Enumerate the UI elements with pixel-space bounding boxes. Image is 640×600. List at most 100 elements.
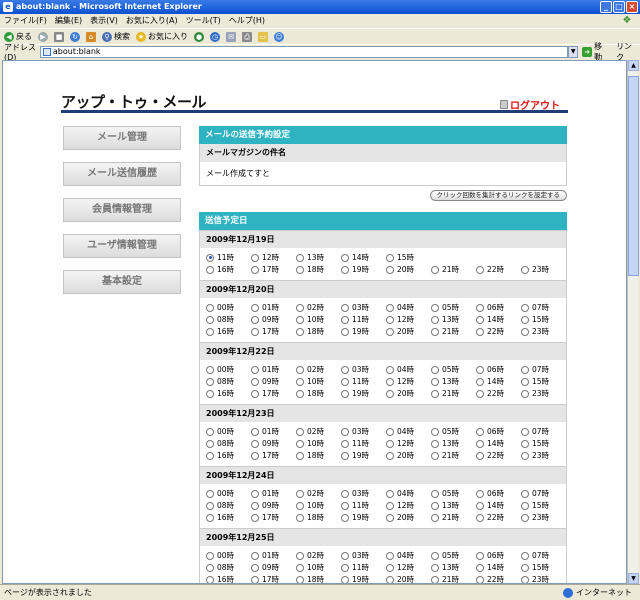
radio-button[interactable] [431,303,439,312]
hour-radio-option[interactable]: 06時 [476,426,521,437]
radio-button[interactable] [296,253,304,262]
hour-radio-option[interactable]: 04時 [386,550,431,561]
hour-radio-option[interactable]: 07時 [521,488,566,499]
hour-radio-option[interactable]: 02時 [296,364,341,375]
radio-button[interactable] [521,377,529,386]
radio-button[interactable] [251,551,259,560]
hour-radio-option[interactable]: 00時 [206,364,251,375]
radio-button[interactable] [521,327,529,336]
hour-radio-option[interactable]: 12時 [386,376,431,387]
hour-radio-option[interactable]: 09時 [251,500,296,511]
hour-radio-option[interactable]: 21時 [431,264,476,275]
vertical-scrollbar[interactable]: ▲ ▼ [627,60,639,584]
hour-radio-option[interactable]: 09時 [251,376,296,387]
menu-help[interactable]: ヘルプ(H) [229,14,265,28]
radio-button[interactable] [521,365,529,374]
radio-button[interactable] [206,303,214,312]
radio-button[interactable] [521,513,529,522]
radio-button[interactable] [296,303,304,312]
radio-button[interactable] [386,365,394,374]
menu-file[interactable]: ファイル(F) [4,14,47,28]
menu-view[interactable]: 表示(V) [90,14,118,28]
hour-radio-option[interactable]: 08時 [206,314,251,325]
radio-button[interactable] [341,551,349,560]
hour-radio-option[interactable]: 14時 [476,314,521,325]
radio-button[interactable] [431,265,439,274]
close-button[interactable]: × [626,1,638,13]
radio-button[interactable] [476,489,484,498]
radio-button[interactable] [341,427,349,436]
radio-button[interactable] [341,451,349,460]
radio-button[interactable] [251,451,259,460]
logout-link[interactable]: ログアウト [500,97,560,112]
radio-button[interactable] [521,303,529,312]
hour-radio-option[interactable]: 13時 [431,314,476,325]
radio-button[interactable] [251,575,259,583]
hour-radio-option[interactable]: 08時 [206,376,251,387]
sidemenu-mail-manage[interactable]: メール管理 [63,126,181,150]
menu-tools[interactable]: ツール(T) [186,14,221,28]
radio-button[interactable] [206,253,214,262]
radio-button[interactable] [476,451,484,460]
radio-button[interactable] [521,575,529,583]
forward-button[interactable]: ▶ [38,31,48,42]
hour-radio-option[interactable]: 14時 [476,376,521,387]
hour-radio-option[interactable]: 06時 [476,550,521,561]
hour-radio-option[interactable]: 19時 [341,450,386,461]
hour-radio-option[interactable]: 05時 [431,488,476,499]
radio-button[interactable] [341,365,349,374]
hour-radio-option[interactable]: 05時 [431,302,476,313]
radio-button[interactable] [521,501,529,510]
radio-button[interactable] [296,389,304,398]
hour-radio-option[interactable]: 15時 [521,438,566,449]
radio-button[interactable] [386,575,394,583]
sidemenu-member-manage[interactable]: 会員情報管理 [63,198,181,222]
hour-radio-option[interactable]: 09時 [251,562,296,573]
radio-button[interactable] [386,427,394,436]
radio-button[interactable] [341,489,349,498]
hour-radio-option[interactable]: 17時 [251,264,296,275]
hour-radio-option[interactable]: 01時 [251,488,296,499]
hour-radio-option[interactable]: 04時 [386,302,431,313]
hour-radio-option[interactable]: 12時 [386,314,431,325]
hour-radio-option[interactable]: 18時 [296,264,341,275]
hour-radio-option[interactable]: 20時 [386,450,431,461]
radio-button[interactable] [206,315,214,324]
address-dropdown-button[interactable]: ▼ [568,45,579,58]
radio-button[interactable] [296,513,304,522]
radio-button[interactable] [521,315,529,324]
hour-radio-option[interactable]: 12時 [386,500,431,511]
hour-radio-option[interactable]: 18時 [296,574,341,583]
hour-radio-option[interactable]: 17時 [251,326,296,337]
radio-button[interactable] [521,489,529,498]
radio-button[interactable] [251,365,259,374]
hour-radio-option[interactable]: 01時 [251,426,296,437]
hour-radio-option[interactable]: 14時 [341,252,386,263]
radio-button[interactable] [476,327,484,336]
hour-radio-option[interactable]: 16時 [206,388,251,399]
radio-button[interactable] [341,315,349,324]
radio-button[interactable] [476,303,484,312]
hour-radio-option[interactable]: 20時 [386,264,431,275]
radio-button[interactable] [251,489,259,498]
radio-button[interactable] [431,427,439,436]
radio-button[interactable] [386,253,394,262]
radio-button[interactable] [431,315,439,324]
hour-radio-option[interactable]: 06時 [476,364,521,375]
radio-button[interactable] [296,327,304,336]
hour-radio-option[interactable]: 18時 [296,388,341,399]
radio-button[interactable] [476,365,484,374]
radio-button[interactable] [431,489,439,498]
radio-button[interactable] [476,315,484,324]
search-button[interactable]: ⚲ 検索 [102,31,130,42]
hour-radio-option[interactable]: 02時 [296,488,341,499]
hour-radio-option[interactable]: 11時 [341,562,386,573]
radio-button[interactable] [431,575,439,583]
hour-radio-option[interactable]: 01時 [251,550,296,561]
messenger-button[interactable]: ☺ [274,31,284,42]
radio-button[interactable] [431,327,439,336]
hour-radio-option[interactable]: 00時 [206,302,251,313]
radio-button[interactable] [206,551,214,560]
radio-button[interactable] [341,575,349,583]
hour-radio-option[interactable]: 18時 [296,512,341,523]
